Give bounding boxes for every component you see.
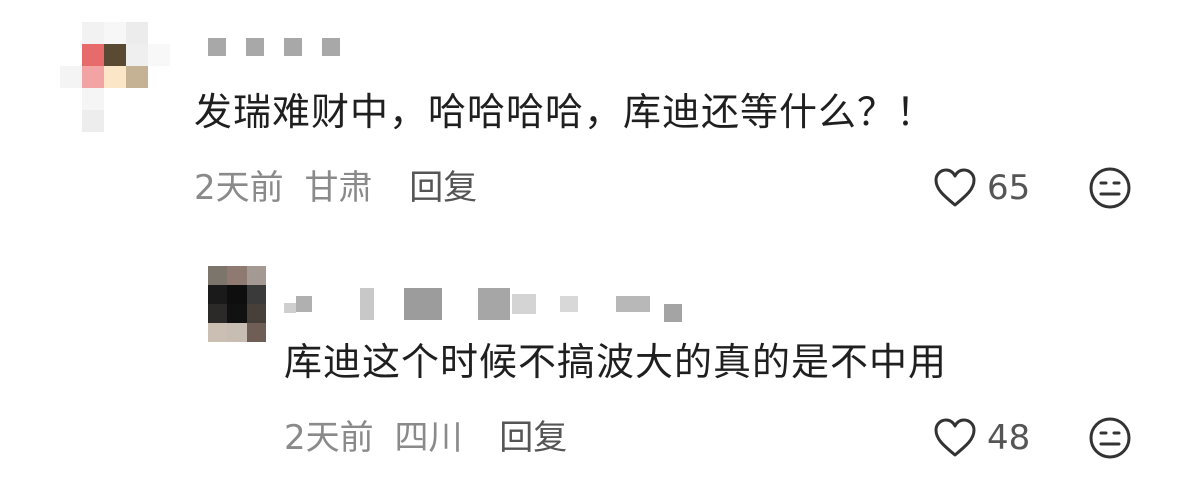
reply-button[interactable]: 回复 [499,418,567,458]
avatar[interactable] [60,22,170,132]
comment-meta: 2天前 四川 回复 [284,418,567,458]
heart-outline-icon [934,418,976,457]
avatar[interactable] [208,266,266,342]
like-count: 65 [987,168,1031,208]
comment-text: 发瑞难财中，哈哈哈哈，库迪还等什么？！ [194,90,936,134]
like-button[interactable]: 65 [933,166,1030,210]
comment-location: 甘肃 [304,168,373,208]
comment-2: 库迪这个时候不搞波大的真的是不中用 2天前 四川 回复 48 [0,240,1200,490]
comment-meta: 2天前 甘肃 回复 [194,168,477,208]
neutral-face-icon[interactable] [1088,416,1132,460]
comment-time: 2天前 [194,168,284,208]
comment-location: 四川 [394,418,463,458]
neutral-face-icon[interactable] [1088,166,1132,210]
comment-text: 库迪这个时候不搞波大的真的是不中用 [284,340,948,384]
reply-button[interactable]: 回复 [409,168,477,208]
like-count: 48 [987,418,1031,458]
heart-outline-icon [934,168,976,207]
like-button[interactable]: 48 [933,416,1030,460]
comment-1: 发瑞难财中，哈哈哈哈，库迪还等什么？！ 2天前 甘肃 回复 65 [0,0,1200,240]
username-blurred[interactable] [208,32,340,62]
username-blurred[interactable] [284,284,682,324]
comment-time: 2天前 [284,418,374,458]
